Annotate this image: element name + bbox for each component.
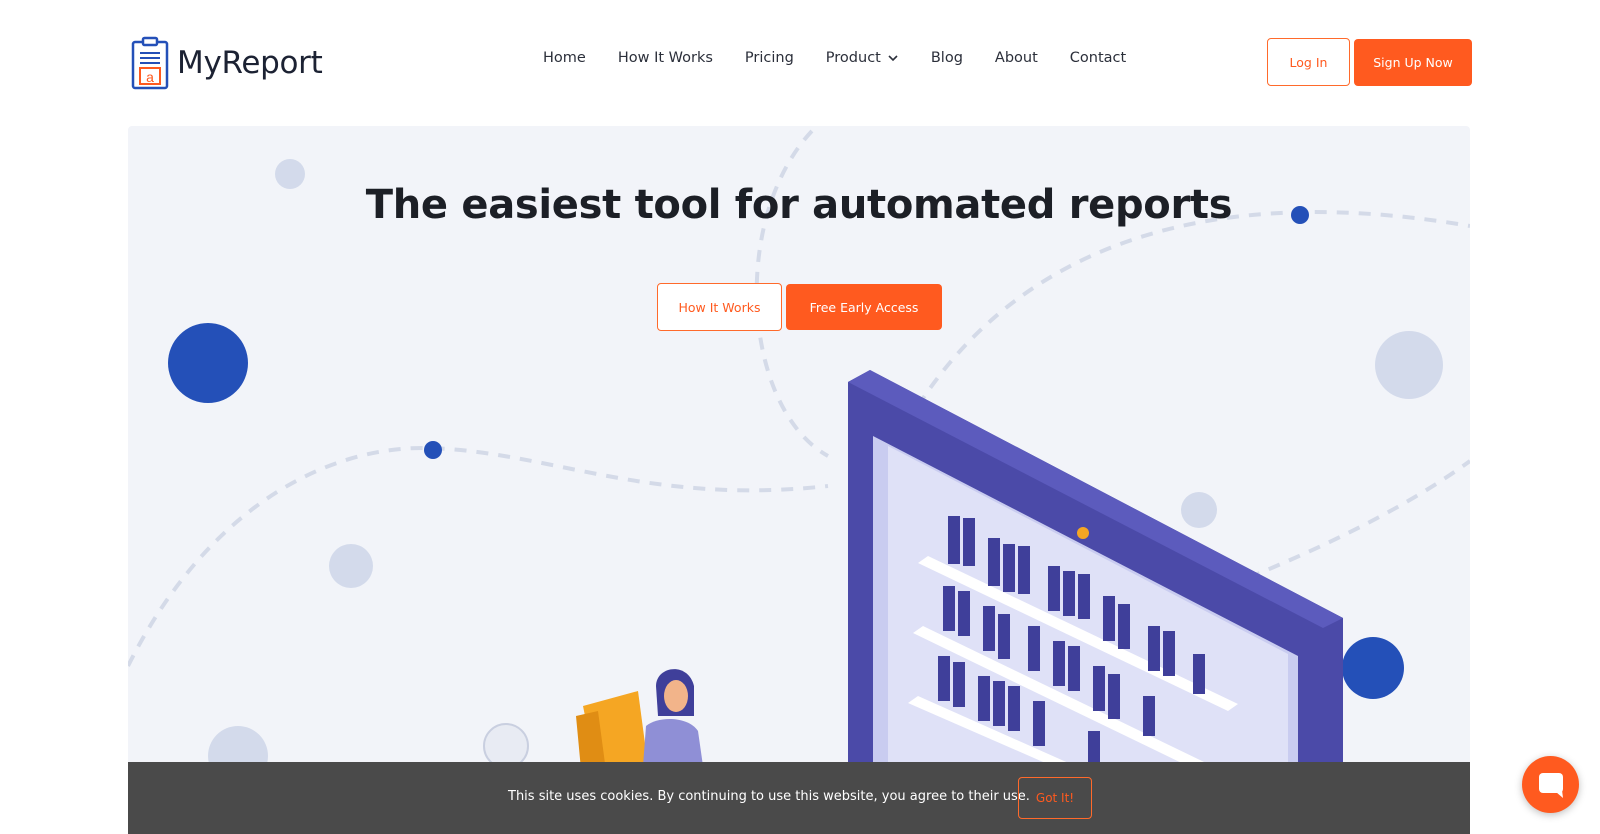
nav-home[interactable]: Home [543, 50, 586, 66]
cookie-message: This site uses cookies. By continuing to… [508, 789, 1030, 804]
cookie-accept-button[interactable]: Got It! [1018, 777, 1092, 819]
site-header: a MyReport Home How It Works Pricing Pro… [0, 0, 1600, 120]
hero-section: The easiest tool for automated reports H… [128, 126, 1470, 834]
nav-pricing[interactable]: Pricing [745, 50, 794, 66]
main-nav: Home How It Works Pricing Product Blog A… [543, 50, 1126, 66]
hero-illustration [128, 126, 1470, 834]
cookie-banner: This site uses cookies. By continuing to… [128, 762, 1470, 834]
nav-how-it-works[interactable]: How It Works [618, 50, 713, 66]
nav-about[interactable]: About [995, 50, 1038, 66]
login-button[interactable]: Log In [1267, 38, 1350, 86]
nav-product-label: Product [825, 50, 881, 66]
nav-contact[interactable]: Contact [1070, 50, 1126, 66]
svg-text:a: a [146, 69, 154, 85]
chat-widget-button[interactable] [1522, 756, 1579, 813]
hero-title: The easiest tool for automated reports [365, 182, 1233, 228]
free-early-access-button[interactable]: Free Early Access [786, 284, 942, 330]
brand-name: MyReport [177, 45, 323, 81]
nav-product[interactable]: Product [826, 50, 899, 66]
how-it-works-button[interactable]: How It Works [657, 283, 782, 331]
nav-blog[interactable]: Blog [931, 50, 963, 66]
clipboard-report-icon: a [131, 36, 169, 90]
chat-bubble-icon [1538, 772, 1563, 798]
chevron-down-icon [888, 55, 898, 62]
brand-logo[interactable]: a MyReport [131, 36, 323, 90]
signup-button[interactable]: Sign Up Now [1354, 39, 1472, 86]
